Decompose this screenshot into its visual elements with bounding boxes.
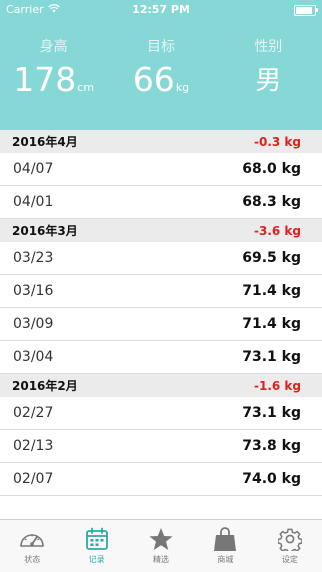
tab-featured-label: 精选 [153, 555, 170, 564]
gear-icon [276, 526, 304, 552]
target-unit: kg [175, 81, 190, 94]
target-label: 目标 [146, 39, 175, 55]
record-date: 02/13 [13, 438, 54, 454]
month-header: 2016年4月 -0.3 kg [0, 130, 322, 153]
gender-stat[interactable]: 性别 男 [215, 36, 322, 100]
gender-value: 男 [255, 66, 282, 96]
record-weight: 73.8 kg [242, 438, 301, 454]
tab-records[interactable]: 记录 [64, 520, 128, 572]
tab-settings[interactable]: 设定 [258, 520, 322, 572]
record-weight: 68.3 kg [242, 194, 301, 210]
month-title: 2016年2月 [12, 379, 78, 393]
record-row[interactable]: 02/13 73.8 kg [0, 430, 322, 463]
record-row[interactable]: 02/07 74.0 kg [0, 463, 322, 496]
record-row[interactable]: 02/27 73.1 kg [0, 397, 322, 430]
tab-records-label: 记录 [88, 555, 105, 564]
month-title: 2016年3月 [12, 224, 78, 238]
month-title: 2016年4月 [12, 135, 78, 149]
record-weight: 73.1 kg [242, 405, 301, 421]
record-date: 04/01 [13, 194, 54, 210]
height-value: 178 [13, 60, 77, 99]
tab-featured[interactable]: 精选 [129, 520, 193, 572]
record-date: 04/07 [13, 161, 54, 177]
target-stat[interactable]: 目标 66 kg [107, 36, 214, 100]
record-weight: 69.5 kg [242, 250, 301, 266]
star-icon [147, 526, 175, 552]
tab-bar: 状态 记录 精选 商城 设定 [0, 519, 322, 572]
record-row[interactable]: 04/07 68.0 kg [0, 153, 322, 186]
month-change: -0.3 kg [254, 134, 301, 149]
gauge-icon [18, 526, 46, 552]
record-weight: 74.0 kg [242, 471, 301, 487]
month-change: -1.6 kg [254, 378, 301, 393]
profile-stats: 身高 178 cm 目标 66 kg 性别 男 [0, 36, 322, 100]
record-row[interactable]: 03/04 73.1 kg [0, 341, 322, 374]
height-label: 身高 [39, 39, 68, 55]
record-weight: 71.4 kg [242, 283, 301, 299]
record-row[interactable]: 03/23 69.5 kg [0, 242, 322, 275]
status-time: 12:57 PM [132, 3, 190, 16]
calendar-icon [83, 526, 111, 552]
record-date: 03/23 [13, 250, 54, 266]
record-row[interactable]: 03/09 71.4 kg [0, 308, 322, 341]
battery-icon [294, 5, 318, 16]
height-stat[interactable]: 身高 178 cm [0, 36, 107, 100]
record-weight: 73.1 kg [242, 349, 301, 365]
weight-record-list[interactable]: 2016年4月 -0.3 kg 04/07 68.0 kg 04/01 68.3… [0, 130, 322, 496]
target-value: 66 [132, 60, 175, 99]
tab-shop-label: 商城 [217, 555, 234, 564]
record-date: 02/27 [13, 405, 54, 421]
gender-label: 性别 [254, 39, 283, 55]
record-row[interactable]: 04/01 68.3 kg [0, 186, 322, 219]
tab-shop[interactable]: 商城 [193, 520, 257, 572]
month-header: 2016年3月 -3.6 kg [0, 219, 322, 242]
record-date: 03/04 [13, 349, 54, 365]
record-row[interactable]: 03/16 71.4 kg [0, 275, 322, 308]
profile-header: Carrier 12:57 PM 身高 178 cm 目标 66 kg 性别 男 [0, 0, 322, 130]
record-weight: 68.0 kg [242, 161, 301, 177]
month-header: 2016年2月 -1.6 kg [0, 374, 322, 397]
tab-settings-label: 设定 [281, 555, 298, 564]
tab-status-label: 状态 [24, 555, 41, 564]
record-date: 03/09 [13, 316, 54, 332]
record-weight: 71.4 kg [242, 316, 301, 332]
record-date: 03/16 [13, 283, 54, 299]
shopping-bag-icon [211, 526, 239, 552]
status-bar: Carrier 12:57 PM [0, 0, 322, 20]
record-date: 02/07 [13, 471, 54, 487]
month-change: -3.6 kg [254, 223, 301, 238]
height-unit: cm [77, 81, 95, 94]
tab-status[interactable]: 状态 [0, 520, 64, 572]
